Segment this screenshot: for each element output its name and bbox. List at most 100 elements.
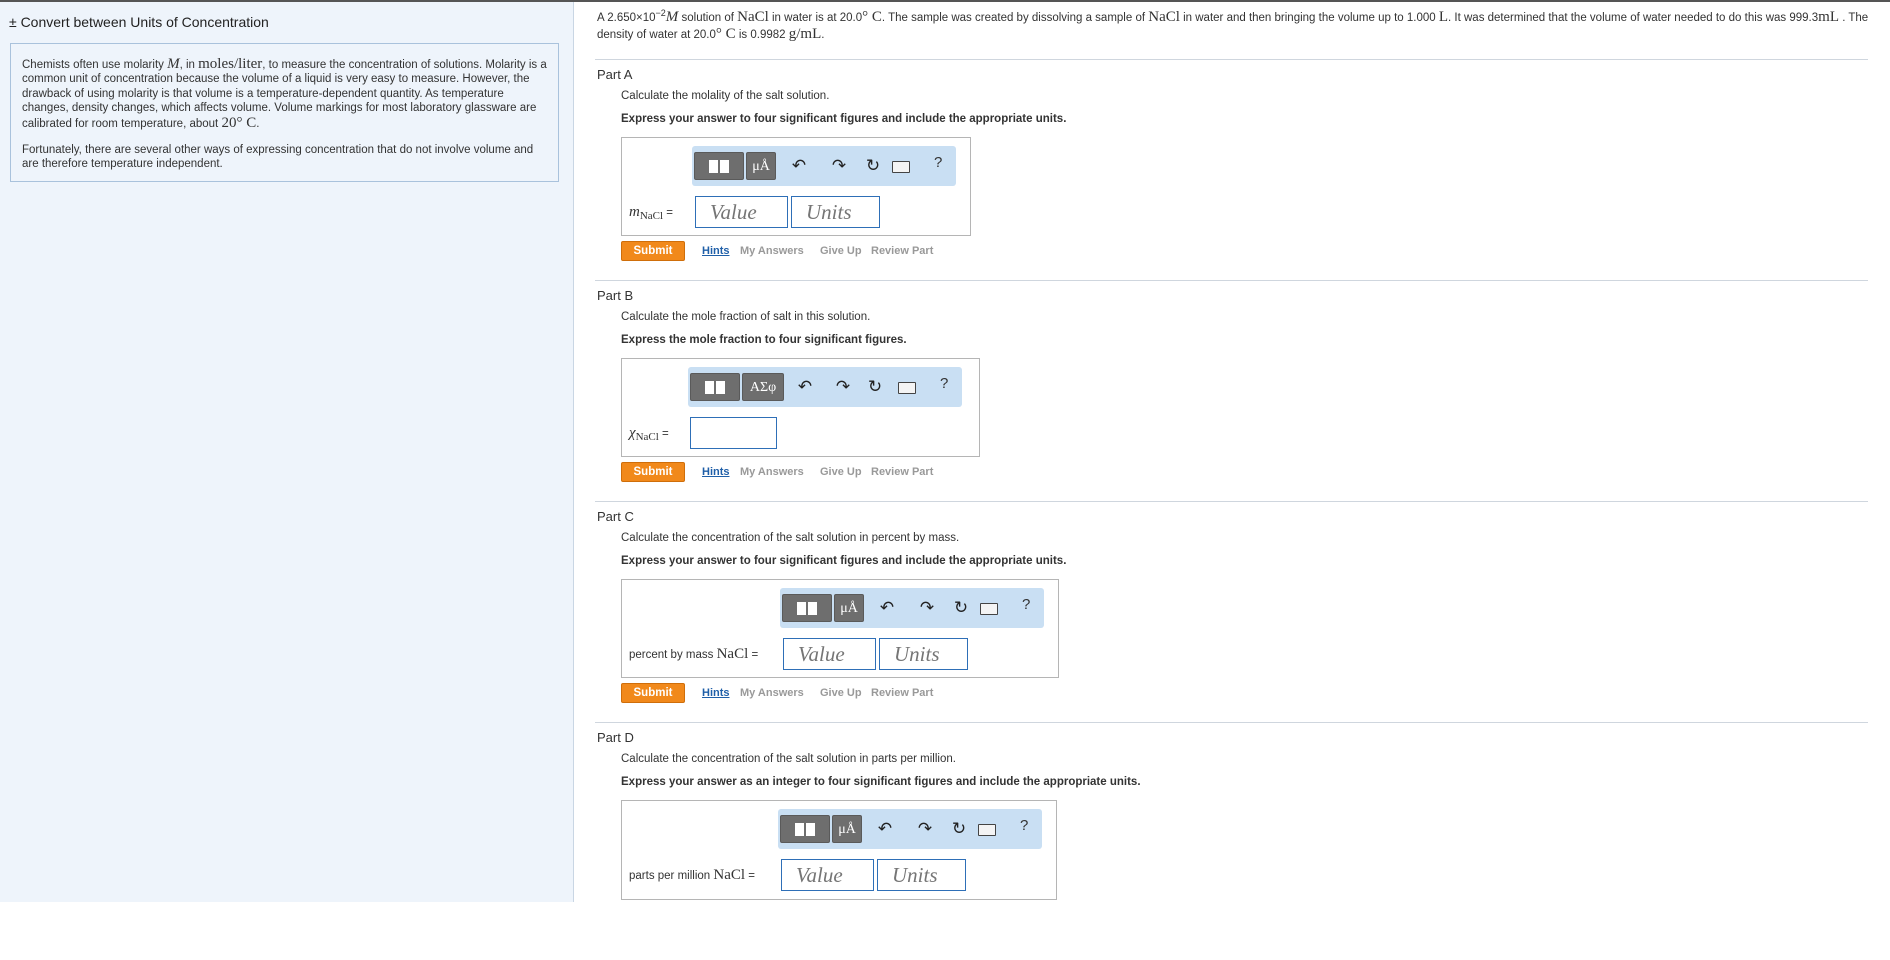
reset-icon[interactable]: ↻: [864, 376, 886, 398]
review-part-link[interactable]: Review Part: [871, 466, 933, 478]
molarity-unit: moles/liter: [198, 56, 263, 72]
my-answers-link[interactable]: My Answers: [740, 245, 804, 257]
answer-label: χNaCl =: [629, 417, 669, 449]
hints-link[interactable]: Hints: [702, 466, 730, 478]
part-prompt: Calculate the concentration of the salt …: [621, 753, 956, 765]
my-answers-link[interactable]: My Answers: [740, 466, 804, 478]
units-input[interactable]: [791, 196, 880, 228]
template-icon: [795, 823, 804, 837]
templates-button[interactable]: [782, 594, 832, 622]
answer-input[interactable]: [690, 417, 777, 449]
give-up-link[interactable]: Give Up: [820, 245, 862, 257]
formula: NaCl: [737, 8, 769, 25]
help-button[interactable]: ?: [1022, 596, 1030, 613]
math-toolbar: μÅ ↶ ↷ ↻ ?: [778, 809, 1042, 849]
keyboard-glyph: [980, 602, 998, 615]
templates-button[interactable]: [780, 815, 830, 843]
templates-button[interactable]: [690, 373, 740, 401]
redo-icon[interactable]: ↷: [828, 155, 850, 177]
equals-sign: =: [658, 428, 669, 440]
hints-link[interactable]: Hints: [702, 245, 730, 257]
volume-unit: mL: [1818, 8, 1839, 25]
reset-icon[interactable]: ↻: [948, 818, 970, 840]
template-icon: [705, 381, 714, 395]
undo-icon[interactable]: ↶: [876, 597, 898, 619]
divider: [595, 722, 1868, 723]
submit-button[interactable]: Submit: [621, 462, 685, 482]
math-toolbar: μÅ ↶ ↷ ↻ ?: [692, 146, 956, 186]
problem-text: in water and then bringing the volume up…: [1179, 11, 1439, 24]
assignment-title[interactable]: ± Convert between Units of Concentration: [9, 14, 269, 30]
templates-button[interactable]: [694, 152, 744, 180]
give-up-link[interactable]: Give Up: [820, 466, 862, 478]
answer-label: mNaCl =: [629, 196, 673, 228]
equals-sign: =: [748, 649, 759, 661]
part-title[interactable]: Part B: [597, 288, 633, 303]
part-a: Part A Calculate the molality of the sal…: [574, 67, 1890, 297]
problem-text: A 2.650×10: [597, 11, 656, 24]
answer-box: ΑΣφ ↶ ↷ ↻ ? χNaCl =: [621, 358, 980, 457]
value-input[interactable]: [781, 859, 874, 891]
answer-box: μÅ ↶ ↷ ↻ ? percent by mass NaCl =: [621, 579, 1059, 678]
answer-box: μÅ ↶ ↷ ↻ ? parts per million NaCl =: [621, 800, 1057, 900]
answer-label: parts per million NaCl =: [629, 859, 755, 891]
units-button[interactable]: μÅ: [832, 815, 862, 843]
reset-icon[interactable]: ↻: [862, 155, 884, 177]
intro-paragraph-1: Chemists often use molarity M, in moles/…: [22, 57, 548, 131]
review-part-link[interactable]: Review Part: [871, 245, 933, 257]
intro-text: , in: [179, 59, 195, 71]
formula: NaCl: [716, 646, 749, 662]
units-button[interactable]: μÅ: [834, 594, 864, 622]
redo-icon[interactable]: ↷: [916, 597, 938, 619]
redo-icon[interactable]: ↷: [914, 818, 936, 840]
help-button[interactable]: ?: [934, 154, 942, 171]
divider: [595, 501, 1868, 502]
part-prompt: Calculate the mole fraction of salt in t…: [621, 311, 871, 323]
keyboard-icon[interactable]: [976, 818, 998, 840]
review-part-link[interactable]: Review Part: [871, 687, 933, 699]
template-icon: [716, 381, 725, 395]
hints-link[interactable]: Hints: [702, 687, 730, 699]
part-instruction: Express the mole fraction to four signif…: [621, 334, 907, 346]
problem-text: . It was determined that the volume of w…: [1448, 11, 1819, 24]
submit-button[interactable]: Submit: [621, 683, 685, 703]
part-d: Part D Calculate the concentration of th…: [574, 730, 1890, 960]
value-input[interactable]: [783, 638, 876, 670]
undo-icon[interactable]: ↶: [788, 155, 810, 177]
label-text: parts per million: [629, 870, 714, 882]
keyboard-icon[interactable]: [890, 155, 912, 177]
molarity-symbol: M: [167, 56, 180, 72]
help-button[interactable]: ?: [940, 375, 948, 392]
reset-icon[interactable]: ↻: [950, 597, 972, 619]
part-b: Part B Calculate the mole fraction of sa…: [574, 288, 1890, 518]
value-input[interactable]: [695, 196, 788, 228]
units-input[interactable]: [877, 859, 966, 891]
divider: [595, 59, 1868, 60]
part-title[interactable]: Part C: [597, 509, 634, 524]
greek-symbols-button[interactable]: ΑΣφ: [742, 373, 784, 401]
give-up-link[interactable]: Give Up: [820, 687, 862, 699]
equals-sign: =: [663, 207, 673, 219]
subscript: NaCl: [639, 210, 664, 222]
undo-icon[interactable]: ↶: [874, 818, 896, 840]
units-button[interactable]: μÅ: [746, 152, 776, 180]
redo-icon[interactable]: ↷: [832, 376, 854, 398]
template-icon: [808, 602, 817, 616]
keyboard-glyph: [892, 160, 910, 173]
part-title[interactable]: Part D: [597, 730, 634, 745]
units-input[interactable]: [879, 638, 968, 670]
temperature-unit: ° C: [862, 8, 882, 25]
keyboard-icon[interactable]: [896, 376, 918, 398]
intro-paragraph-2: Fortunately, there are several other way…: [22, 144, 534, 171]
submit-button[interactable]: Submit: [621, 241, 685, 261]
part-instruction: Express your answer as an integer to fou…: [621, 776, 1141, 788]
part-title[interactable]: Part A: [597, 67, 632, 82]
my-answers-link[interactable]: My Answers: [740, 687, 804, 699]
part-prompt: Calculate the concentration of the salt …: [621, 532, 960, 544]
undo-icon[interactable]: ↶: [794, 376, 816, 398]
problem-text: is 0.9982: [735, 28, 789, 41]
help-button[interactable]: ?: [1020, 817, 1028, 834]
keyboard-glyph: [898, 381, 916, 394]
density-unit: g/mL: [788, 25, 822, 42]
keyboard-icon[interactable]: [978, 597, 1000, 619]
